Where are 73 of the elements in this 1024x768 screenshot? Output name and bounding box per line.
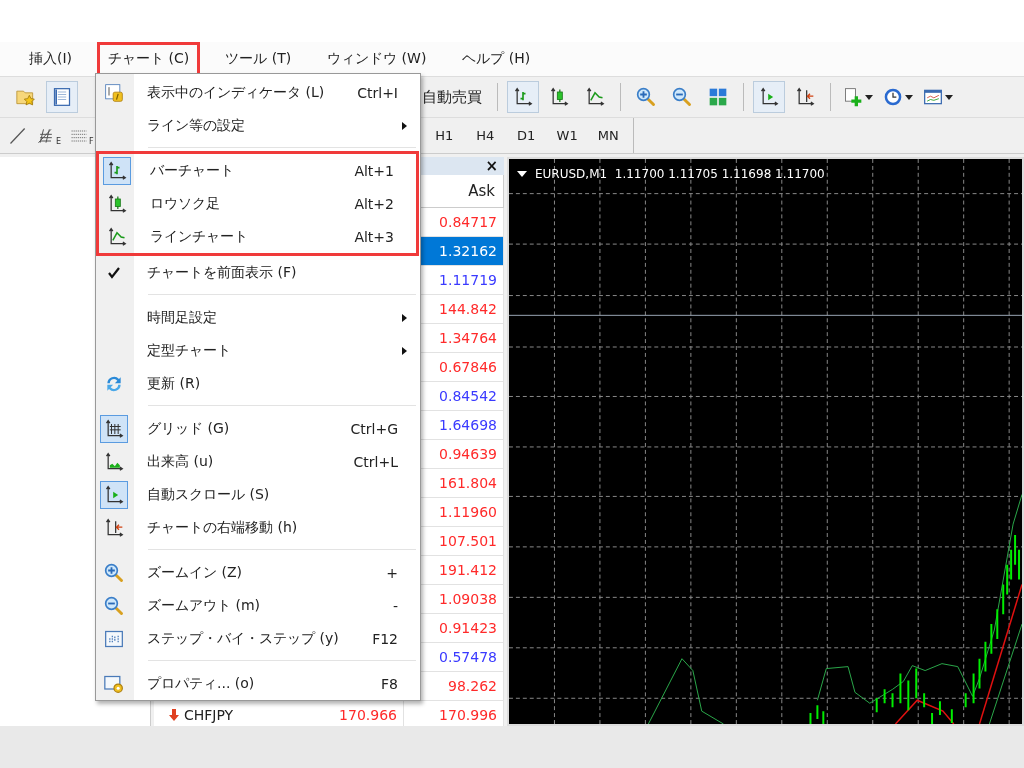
shortcut-text: F8 [381,675,398,692]
shortcut-text: Ctrl+I [357,84,398,101]
zoom-in-icon [104,562,124,583]
volume-icon [104,451,124,472]
candlestick-icon [549,87,569,107]
menu-item[interactable]: ライン等の設定 [96,109,420,142]
shortcut-text: - [392,597,398,614]
shortcut-text: Ctrl+L [353,453,398,470]
menu-title[interactable]: ウィンドウ (W) [316,42,438,76]
menu-label: ステップ・バイ・ステップ (y) [146,629,340,648]
chart-shift-icon [795,87,815,107]
shortcut-text: F12 [372,630,398,647]
menu-label: 更新 (R) [146,374,202,393]
template-icon [923,87,943,107]
symbol-text: CHFJPY [184,707,234,723]
menu-label: チャートを前面表示 (F) [146,263,298,282]
menu-item[interactable]: 表示中のインディケータ (L) Ctrl+I [96,76,420,109]
menu-label: ラインチャート [149,227,249,246]
new-chart-icon [843,87,863,107]
shortcut-text: Alt+3 [354,228,394,245]
shortcut-text: + [386,564,398,581]
menu-label: 自動スクロール (S) [146,485,271,504]
close-button[interactable]: × [485,157,498,175]
zoom-out-icon [104,595,124,616]
menu-label: チャートの右端移動 (h) [146,518,299,537]
tile-windows-icon [708,87,728,107]
timeframe-button[interactable]: MN [587,128,629,143]
shortcut-text: Ctrl+G [350,420,398,437]
dropdown-triangle-icon[interactable] [517,171,527,177]
tool-letter: F [89,136,94,146]
candlestick-icon [107,193,127,214]
menu-title[interactable]: ツール (T) [214,42,303,76]
toolbar-button[interactable] [46,81,78,113]
menu-label: バーチャート [149,161,235,180]
chart-title: EURUSD,M1 1.11700 1.11705 1.11698 1.11700 [535,167,825,181]
menu-label: ライン等の設定 [146,116,246,135]
menu-label: グリッド (G) [146,419,231,438]
menu-label: プロパティ... (o) [146,674,256,693]
properties-icon [104,673,124,694]
menu-title[interactable]: 挿入(I) [18,42,84,76]
clock-icon [883,87,903,107]
timeframe-button[interactable]: H4 [464,128,506,143]
menu-title[interactable]: ヘルプ (H) [451,42,542,76]
shortcut-text: Alt+1 [354,162,394,179]
menu-label: 出来高 (u) [146,452,215,471]
panel-list-icon [52,87,72,107]
zoom-in-icon [636,87,656,107]
toolbar-button[interactable] [507,81,539,113]
timeframe-button[interactable]: W1 [546,128,588,143]
autotrade-label[interactable]: 自動売買 [422,87,482,107]
menu-label: 表示中のインディケータ (L) [146,83,326,102]
indicator-icon [104,82,124,103]
chart-shift-icon [104,517,124,538]
drawing-tool-button[interactable] [8,125,28,146]
drawing-tool-button[interactable]: E [36,125,62,146]
line-chart-icon [585,87,605,107]
timeframe-button[interactable]: D1 [505,128,547,143]
menu-label: ロウソク足 [149,194,221,213]
menu-label: 時間足設定 [146,308,218,327]
zoom-out-icon [672,87,692,107]
menu-label: ズームイン (Z) [146,563,243,582]
autoscroll-icon [759,87,779,107]
drawing-tool-button[interactable]: F [69,125,94,146]
toolbar-button[interactable] [753,81,785,113]
menu-label: 定型チャート [146,341,232,360]
bar-chart-icon [513,87,533,107]
menu-label: ズームアウト (m) [146,596,261,615]
step-icon [104,628,124,649]
trendline-icon [8,125,28,146]
tool-letter: E [56,136,62,146]
shortcut-text: Alt+2 [354,195,394,212]
line-chart-icon [107,226,127,247]
timeframe-button[interactable]: H1 [423,128,465,143]
